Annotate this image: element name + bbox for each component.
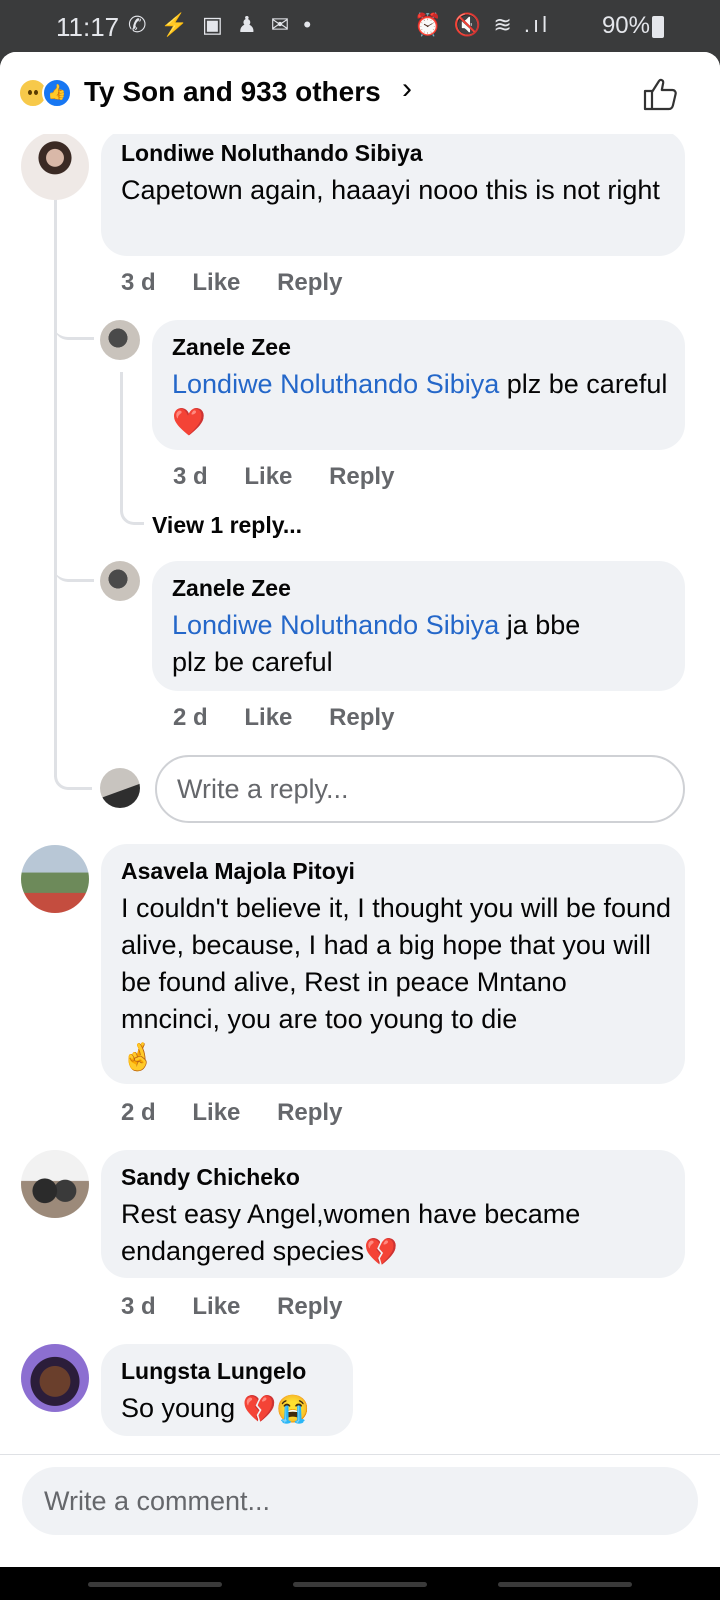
like-button[interactable]: Like	[192, 1293, 240, 1321]
reaction-icons[interactable]: 👍	[18, 78, 74, 108]
status-time: 11:17	[56, 12, 120, 42]
reply-button[interactable]: Reply	[277, 1293, 342, 1321]
avatar[interactable]	[21, 1344, 89, 1412]
comment-text: Londiwe Noluthando Sibiya plz be careful…	[172, 366, 672, 441]
reply-button[interactable]: Reply	[277, 269, 342, 297]
comment-text: So young 💔😭	[121, 1390, 351, 1428]
broken-heart-emoji-icon: 💔	[364, 1237, 398, 1268]
comment-time: 3 d	[121, 1293, 156, 1320]
comment-time: 2 d	[121, 1099, 156, 1126]
comments-sheet: 👍 Ty Son and 933 others › Londiwe Noluth…	[0, 52, 720, 1567]
comment-bubble: Londiwe Noluthando Sibiya Capetown again…	[101, 130, 685, 256]
avatar[interactable]	[21, 132, 89, 200]
comment-actions: 3 d Like Reply	[121, 1293, 342, 1321]
comment-author[interactable]: Lungsta Lungelo	[121, 1358, 306, 1385]
thread-connector	[54, 298, 94, 340]
comment-text: Capetown again, haaayi nooo this is not …	[121, 175, 660, 205]
avatar[interactable]	[100, 320, 140, 360]
avatar[interactable]	[100, 561, 140, 601]
reply-button[interactable]: Reply	[329, 463, 394, 491]
comment-bubble: Sandy Chicheko Rest easy Angel,women hav…	[101, 1150, 685, 1278]
avatar[interactable]	[21, 845, 89, 913]
nav-home[interactable]	[293, 1582, 427, 1587]
reply-input[interactable]: Write a reply...	[155, 755, 685, 823]
mention-link[interactable]: Londiwe Noluthando Sibiya	[172, 369, 499, 399]
like-button[interactable]: Like	[192, 269, 240, 297]
comment-author[interactable]: Londiwe Noluthando Sibiya	[121, 140, 423, 167]
comment-text: Londiwe Noluthando Sibiya ja bbe plz be …	[172, 610, 581, 677]
comment-author[interactable]: Zanele Zee	[172, 575, 291, 602]
thread-connector	[54, 540, 94, 582]
like-button[interactable]: Like	[192, 1099, 240, 1127]
comment-bubble: Zanele Zee Londiwe Noluthando Sibiya plz…	[152, 320, 685, 450]
thread-line-main	[54, 192, 57, 777]
comment-author[interactable]: Zanele Zee	[172, 334, 291, 361]
comment-actions: 3 d Like Reply	[173, 463, 394, 491]
thumbs-up-outline-icon[interactable]	[642, 76, 678, 112]
nav-back[interactable]	[498, 1582, 632, 1587]
thread-connector	[54, 758, 92, 790]
chevron-right-icon[interactable]: ›	[402, 72, 412, 106]
comment-bubble: Zanele Zee Londiwe Noluthando Sibiya ja …	[152, 561, 685, 691]
reply-button[interactable]: Reply	[277, 1099, 342, 1127]
like-button[interactable]: Like	[244, 704, 292, 732]
view-replies-link[interactable]: View 1 reply...	[152, 512, 302, 539]
avatar[interactable]	[21, 1150, 89, 1218]
status-bar: 11:17 ✆ ⚡ ▣ ♟ ✉ • ⏰ 🔇 ≋ .ıl 90%	[0, 0, 720, 52]
comment-time: 3 d	[121, 269, 156, 296]
comment-composer: Write a comment...	[0, 1454, 720, 1567]
comment-bubble: Asavela Majola Pitoyi I couldn't believe…	[101, 844, 685, 1084]
comment-bubble: Lungsta Lungelo So young 💔😭	[101, 1344, 353, 1436]
comment-actions: 3 d Like Reply	[121, 269, 342, 297]
system-nav-bar	[0, 1567, 720, 1600]
comment-author[interactable]: Asavela Majola Pitoyi	[121, 858, 355, 885]
avatar	[100, 768, 140, 808]
comment-time: 2 d	[173, 704, 208, 731]
notification-icons: ✆ ⚡ ▣ ♟ ✉ •	[128, 12, 316, 37]
comment-time: 3 d	[173, 463, 208, 490]
reactions-header: 👍 Ty Son and 933 others ›	[0, 52, 720, 134]
heart-emoji-icon: ❤️	[172, 407, 206, 438]
like-reaction-icon: 👍	[42, 78, 72, 108]
comment-author[interactable]: Sandy Chicheko	[121, 1164, 300, 1191]
mention-link[interactable]: Londiwe Noluthando Sibiya	[172, 610, 499, 640]
comment-text: Rest easy Angel,women have became endang…	[121, 1196, 671, 1271]
comment-actions: 2 d Like Reply	[121, 1099, 342, 1127]
like-button[interactable]: Like	[244, 463, 292, 491]
comment-input[interactable]: Write a comment...	[22, 1467, 698, 1535]
comment-actions: 2 d Like Reply	[173, 704, 394, 732]
reply-button[interactable]: Reply	[329, 704, 394, 732]
reactions-summary[interactable]: Ty Son and 933 others	[84, 76, 381, 108]
nav-recent-apps[interactable]	[88, 1582, 222, 1587]
crying-emoji-icon: 💔😭	[242, 1394, 310, 1425]
crossed-fingers-emoji-icon: 🤞	[121, 1042, 155, 1073]
thread-connector	[120, 372, 144, 525]
comment-text: I couldn't believe it, I thought you wil…	[121, 890, 671, 1076]
system-status-icons: ⏰ 🔇 ≋ .ıl	[414, 12, 550, 37]
battery-icon	[652, 16, 664, 38]
battery-percent: 90%	[601, 12, 650, 39]
